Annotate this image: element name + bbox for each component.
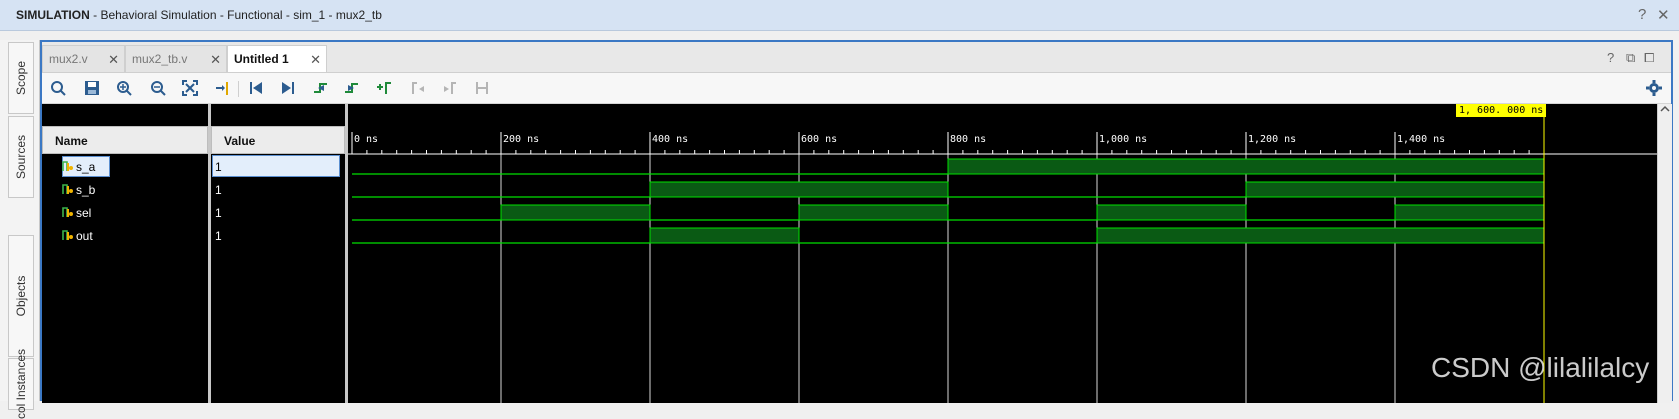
signal-logic-icon [62,159,74,176]
waveform-high-segment [1096,204,1247,221]
waveform-high-segment [500,204,651,221]
signal-logic-icon [62,182,74,199]
time-tick-label: 200 ns [503,134,539,145]
previous-transition-icon[interactable] [308,77,332,99]
watermark-text: CSDN @lilalilalcy [1431,352,1650,383]
waveform-panel: mux2.v✕ mux2_tb.v✕ Untitled 1✕ ? ⧉ ⧠ [40,40,1673,403]
next-marker-icon [438,77,462,99]
maximize-icon[interactable]: ⧠ [1644,50,1654,66]
waveform-high-segment [1096,227,1545,244]
time-tick-label: 1,200 ns [1248,134,1296,145]
signal-name: s_a [76,160,96,174]
close-tab-icon[interactable]: ✕ [108,52,119,68]
signal-name: sel [76,206,92,220]
search-icon[interactable] [46,77,70,99]
settings-gear-icon[interactable] [1642,77,1666,99]
window-titlebar: SIMULATION - Behavioral Simulation - Fun… [0,0,1679,31]
file-tab-strip: mux2.v ✕ mux2_tb.v ✕ Untitled 1 ✕ ? ⧉ ⧠ [42,42,1671,73]
previous-marker-icon [406,77,430,99]
waveform-toolbar [42,73,1671,104]
close-tab-icon[interactable]: ✕ [310,52,321,68]
zoom-in-icon[interactable] [112,77,136,99]
add-marker-icon[interactable] [372,77,396,99]
signal-row-sel[interactable]: sel [42,201,208,224]
signal-value: 1 [215,206,222,220]
time-tick-label: 0 ns [354,134,378,145]
waveform-high-segment [1394,204,1545,221]
signal-value-row[interactable]: 1 [211,201,345,224]
help-icon[interactable]: ? [1638,6,1646,23]
selected-value-cell[interactable] [212,155,340,177]
tab-mux2-tb-v[interactable]: mux2_tb.v ✕ [125,45,227,72]
waveform-high-segment [649,227,800,244]
signal-name: s_b [76,183,96,197]
time-tick-label: 1,400 ns [1397,134,1445,145]
tab-protocol-instances[interactable]: col Instances [8,349,34,419]
zoom-out-icon[interactable] [146,77,170,99]
next-transition-icon[interactable] [340,77,364,99]
waveform-high-segment [649,181,949,198]
swap-cursors-icon [470,77,494,99]
cursor-time-label: 1, 600. 000 ns [1456,104,1547,117]
tab-objects[interactable]: Objects [8,235,34,357]
tab-sources[interactable]: Sources [8,116,34,198]
restore-icon[interactable]: ⧉ [1626,50,1635,66]
signal-value-row[interactable]: 1 [211,178,345,201]
signal-row-s-b[interactable]: s_b [42,178,208,201]
save-icon[interactable] [80,77,104,99]
signal-value-pane: Value 1 1 1 1 [211,104,345,403]
panel-help-icon[interactable]: ? [1607,50,1614,65]
close-icon[interactable]: ✕ [1657,6,1670,24]
signal-name: out [76,229,93,243]
time-tick-label: 800 ns [950,134,986,145]
go-to-start-icon[interactable] [244,77,268,99]
time-tick-label: 1,000 ns [1099,134,1147,145]
vertical-scrollbar[interactable] [1657,104,1672,403]
tab-scope[interactable]: Scope [8,42,34,114]
time-tick-label: 400 ns [652,134,688,145]
signal-logic-icon [62,228,74,245]
close-tab-icon[interactable]: ✕ [210,52,221,68]
waveform-high-segment [947,158,1545,175]
waveform-high-segment [798,204,949,221]
signal-row-out[interactable]: out [42,224,208,247]
time-tick-label: 600 ns [801,134,837,145]
tab-mux2-v[interactable]: mux2.v ✕ [42,45,125,72]
side-tab-bar: Scope Sources Objects col Instances [0,40,40,419]
toolbar-separator [238,81,239,97]
signal-value-row[interactable]: 1 [211,155,345,178]
signal-value: 1 [215,229,222,243]
signal-value: 1 [215,183,222,197]
signal-logic-icon [62,205,74,222]
tab-untitled-1[interactable]: Untitled 1 ✕ [227,45,327,72]
column-header-value[interactable]: Value [211,126,345,154]
zoom-fit-icon[interactable] [178,77,202,99]
signal-name-pane: Name s_a s_bsel out [42,104,208,403]
waveform-high-segment [1245,181,1545,198]
signal-row-s-a[interactable]: s_a [42,155,208,178]
column-header-name[interactable]: Name [42,126,208,154]
signal-value: 1 [215,160,222,174]
window-title: SIMULATION - Behavioral Simulation - Fun… [16,8,382,22]
go-to-cursor-icon[interactable] [210,77,234,99]
signal-value-row[interactable]: 1 [211,224,345,247]
go-to-end-icon[interactable] [276,77,300,99]
